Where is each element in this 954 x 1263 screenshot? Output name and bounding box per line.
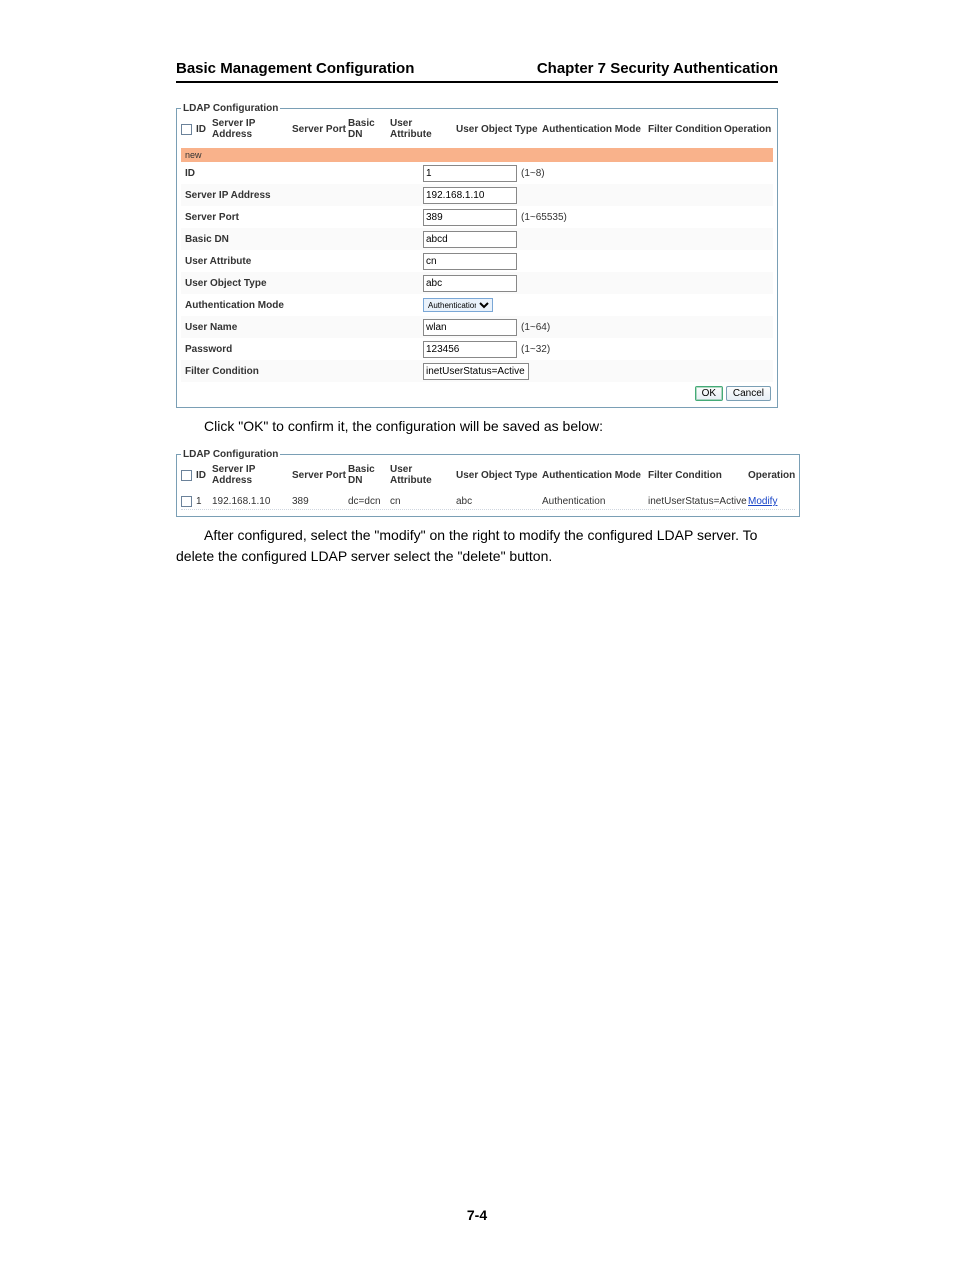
input-password[interactable] <box>423 341 517 358</box>
col2-userobj: User Object Type <box>456 470 542 481</box>
header-left: Basic Management Configuration <box>176 60 414 77</box>
input-filter[interactable] <box>423 363 529 380</box>
input-port[interactable] <box>423 209 517 226</box>
col-authmode: Authentication Mode <box>542 124 648 135</box>
col2-port: Server Port <box>292 470 348 481</box>
cell-basicdn: dc=dcn <box>348 496 390 507</box>
label-id: ID <box>185 168 423 179</box>
paragraph-2: After configured, select the "modify" on… <box>176 525 778 567</box>
label-username: User Name <box>185 322 423 333</box>
new-bar: new <box>181 148 773 162</box>
ldap-config-form: LDAP Configuration ID Server IP Address … <box>176 103 778 408</box>
cell-userobj: abc <box>456 496 542 507</box>
cell-serverip: 192.168.1.10 <box>212 496 292 507</box>
cell-authmode: Authentication <box>542 496 648 507</box>
col2-filter: Filter Condition <box>648 470 748 481</box>
col-serverip: Server IP Address <box>212 118 292 140</box>
col-operation: Operation <box>724 124 771 135</box>
header-right: Chapter 7 Security Authentication <box>537 60 778 77</box>
cell-port: 389 <box>292 496 348 507</box>
select-all-checkbox-2[interactable] <box>181 470 192 481</box>
col-filter: Filter Condition <box>648 124 724 135</box>
ok-button[interactable]: OK <box>695 386 723 401</box>
col-id: ID <box>196 124 212 135</box>
col2-operation: Operation <box>748 470 795 481</box>
ldap-config-result: LDAP Configuration ID Server IP Address … <box>176 449 800 517</box>
input-basicdn[interactable] <box>423 231 517 248</box>
select-all-checkbox[interactable] <box>181 124 192 135</box>
table-row: 1 192.168.1.10 389 dc=dcn cn abc Authent… <box>181 494 795 510</box>
input-serverip[interactable] <box>423 187 517 204</box>
col2-serverip: Server IP Address <box>212 464 292 486</box>
label-authmode: Authentication Mode <box>185 300 423 311</box>
cancel-button[interactable]: Cancel <box>726 386 771 401</box>
page-number: 7-4 <box>176 1207 778 1223</box>
hint-id: (1~8) <box>521 168 545 179</box>
ldap-legend-2: LDAP Configuration <box>181 449 280 460</box>
page-header: Basic Management Configuration Chapter 7… <box>176 60 778 83</box>
label-port: Server Port <box>185 212 423 223</box>
ldap-legend: LDAP Configuration <box>181 103 280 114</box>
input-userattr[interactable] <box>423 253 517 270</box>
col-userobj: User Object Type <box>456 124 542 135</box>
select-authmode[interactable]: Authentication <box>423 298 493 312</box>
label-password: Password <box>185 344 423 355</box>
modify-link[interactable]: Modify <box>748 496 777 507</box>
label-basicdn: Basic DN <box>185 234 423 245</box>
label-userattr: User Attribute <box>185 256 423 267</box>
col2-id: ID <box>196 470 212 481</box>
col-basicdn: Basic DN <box>348 118 390 140</box>
column-header-row: ID Server IP Address Server Port Basic D… <box>181 116 773 148</box>
input-userobj[interactable] <box>423 275 517 292</box>
col2-basicdn: Basic DN <box>348 464 390 486</box>
column-header-row-2: ID Server IP Address Server Port Basic D… <box>181 462 795 494</box>
label-serverip: Server IP Address <box>185 190 423 201</box>
cell-filter: inetUserStatus=Active <box>648 496 748 507</box>
input-username[interactable] <box>423 319 517 336</box>
cell-id: 1 <box>196 496 212 507</box>
hint-port: (1~65535) <box>521 212 567 223</box>
paragraph-1: Click "OK" to confirm it, the configurat… <box>176 416 778 437</box>
hint-password: (1~32) <box>521 344 550 355</box>
hint-username: (1~64) <box>521 322 550 333</box>
input-id[interactable] <box>423 165 517 182</box>
col-userattr: User Attribute <box>390 118 456 140</box>
label-userobj: User Object Type <box>185 278 423 289</box>
cell-userattr: cn <box>390 496 456 507</box>
col2-authmode: Authentication Mode <box>542 470 648 481</box>
label-filter: Filter Condition <box>185 366 423 377</box>
col-port: Server Port <box>292 124 348 135</box>
row-checkbox[interactable] <box>181 496 192 507</box>
col2-userattr: User Attribute <box>390 464 456 486</box>
